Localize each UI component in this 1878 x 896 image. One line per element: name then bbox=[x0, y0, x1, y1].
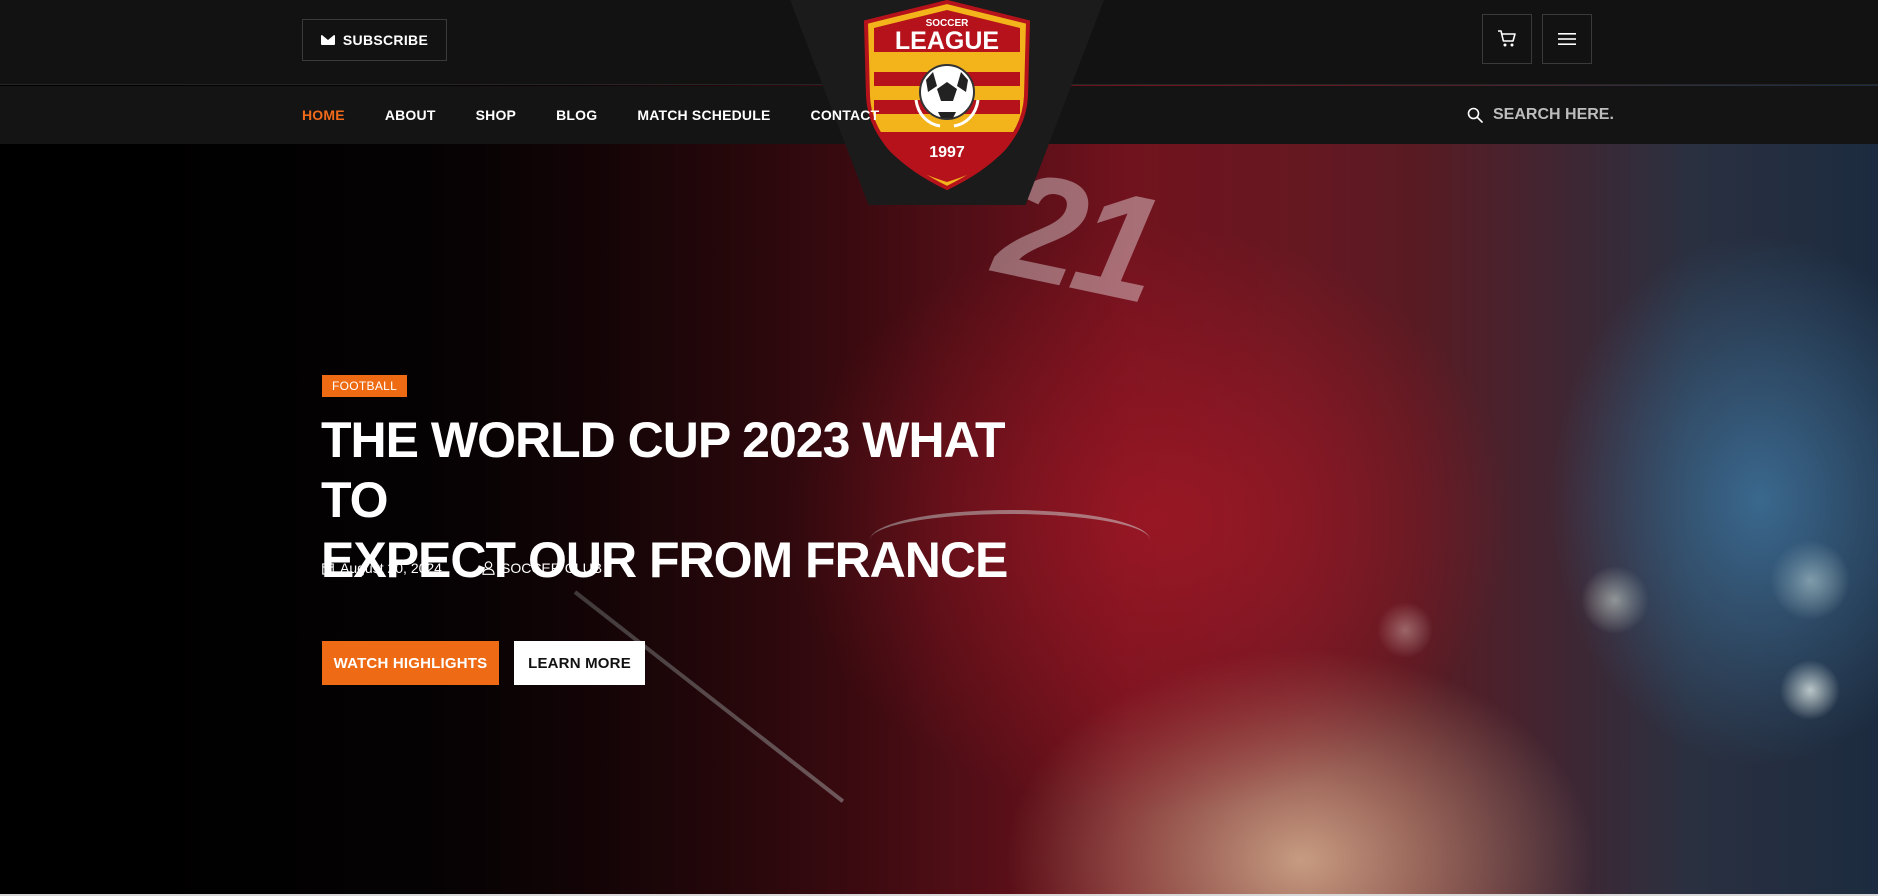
nav-item-match-schedule[interactable]: MATCH SCHEDULE bbox=[637, 107, 770, 123]
nav-item-contact[interactable]: CONTACT bbox=[811, 107, 880, 123]
search-input[interactable] bbox=[1493, 106, 1613, 124]
nav-item-about[interactable]: ABOUT bbox=[385, 107, 436, 123]
calendar-icon bbox=[322, 562, 334, 575]
search-bar bbox=[1467, 86, 1613, 144]
logo-year: 1997 bbox=[929, 144, 965, 161]
learn-more-button[interactable]: LEARN MORE bbox=[514, 641, 645, 685]
nav-item-blog[interactable]: BLOG bbox=[556, 107, 597, 123]
envelope-icon bbox=[320, 35, 335, 45]
user-icon bbox=[482, 561, 495, 575]
main-nav: HOME ABOUT SHOP BLOG MATCH SCHEDULE CONT… bbox=[302, 86, 879, 144]
post-date: August 20, 2024 bbox=[322, 560, 442, 576]
hamburger-menu-icon bbox=[1558, 33, 1576, 45]
cart-icon bbox=[1498, 30, 1516, 47]
post-meta: August 20, 2024 SOCCER CLUB bbox=[322, 560, 602, 576]
soccer-league-logo[interactable]: SOCCER LEAGUE 1997 bbox=[858, 0, 1036, 192]
category-tag[interactable]: FOOTBALL bbox=[322, 375, 408, 397]
menu-button[interactable] bbox=[1542, 14, 1592, 64]
subscribe-button[interactable]: SUBSCRIBE bbox=[302, 19, 447, 61]
search-icon[interactable] bbox=[1467, 107, 1483, 123]
logo-main-text: LEAGUE bbox=[895, 27, 999, 55]
watch-highlights-button[interactable]: WATCH HIGHLIGHTS bbox=[322, 641, 499, 685]
post-author[interactable]: SOCCER CLUB bbox=[482, 560, 602, 576]
post-date-text: August 20, 2024 bbox=[340, 560, 442, 576]
nav-item-shop[interactable]: SHOP bbox=[476, 107, 516, 123]
nav-item-home[interactable]: HOME bbox=[302, 107, 345, 123]
cart-button[interactable] bbox=[1482, 14, 1532, 64]
subscribe-label: SUBSCRIBE bbox=[342, 32, 429, 48]
post-author-text: SOCCER CLUB bbox=[500, 560, 603, 576]
